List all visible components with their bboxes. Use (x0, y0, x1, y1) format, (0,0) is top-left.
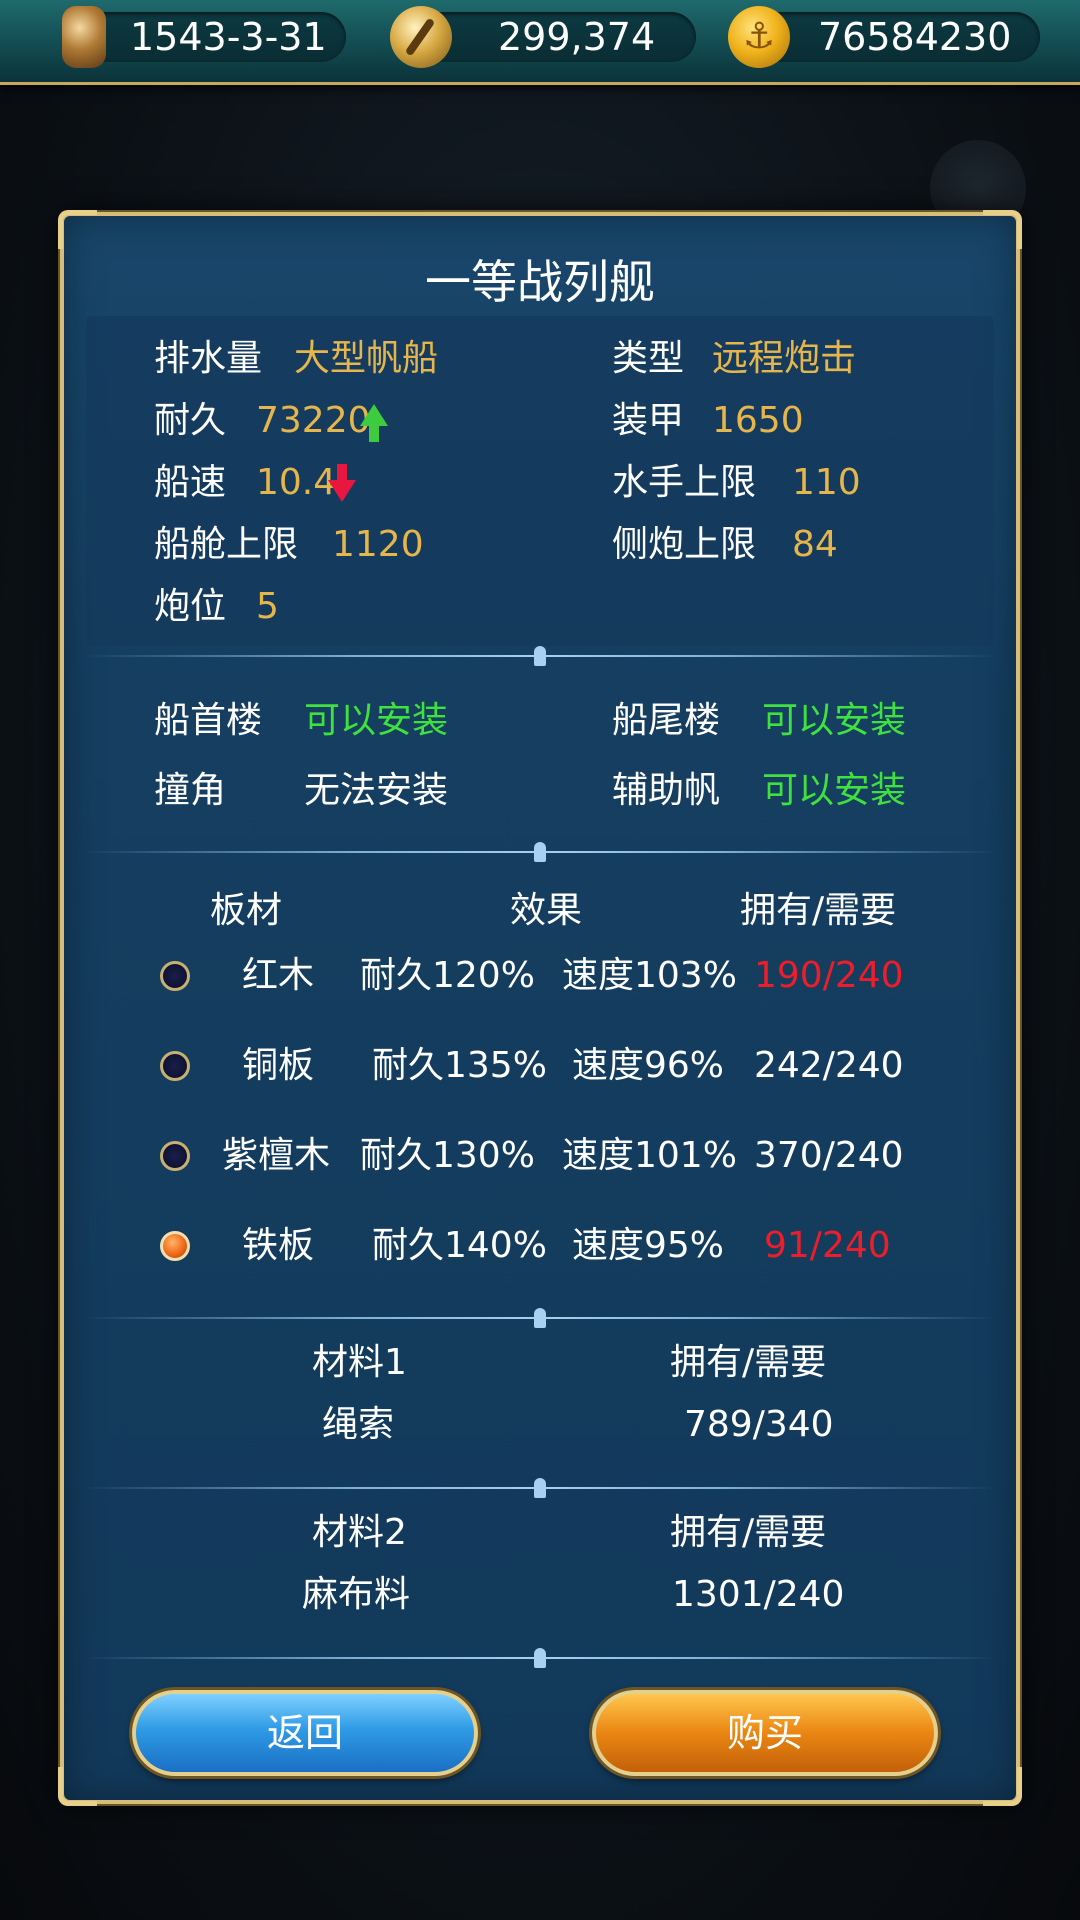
material2-name: 麻布料 (302, 1574, 411, 1615)
frame-corner (58, 1767, 97, 1806)
frame-corner (983, 1767, 1022, 1806)
reputation-value: 299,374 (498, 15, 656, 59)
material2-count: 1301/240 (672, 1574, 845, 1615)
buy-button-label: 购买 (726, 1711, 803, 1755)
plank-speed: 速度95% (572, 1225, 725, 1266)
section-divider (84, 1308, 996, 1328)
resource-bar: 1543-3-31 299,374 76584230 (0, 0, 1080, 85)
plank-speed: 速度103% (562, 955, 737, 996)
plank-count: 242/240 (754, 1045, 904, 1086)
ram-status: 无法安装 (304, 770, 449, 811)
plank-header-effect: 效果 (510, 890, 583, 931)
speed-value: 10.4 (256, 462, 337, 503)
crew-value: 110 (792, 462, 861, 503)
cabin-value: 1120 (332, 524, 424, 565)
durability-label: 耐久 (154, 400, 227, 441)
ship-title: 一等战列舰 (425, 255, 655, 309)
plank-durability: 耐久130% (360, 1135, 535, 1176)
ship-detail-panel: 一等战列舰 排水量 大型帆船 耐久 73220 船速 10.4 船舱上限 112… (58, 210, 1022, 1806)
reputation-display: 299,374 (390, 6, 696, 68)
plank-header-material: 板材 (210, 890, 283, 931)
aux-sail-status: 可以安装 (762, 770, 907, 811)
material2-owned-header: 拥有/需要 (670, 1512, 827, 1553)
gun-slots-value: 5 (256, 586, 279, 627)
plank-radio[interactable] (160, 961, 190, 991)
section-divider (84, 842, 996, 862)
plank-durability: 耐久135% (372, 1045, 547, 1086)
bow-status: 可以安装 (304, 700, 449, 741)
plank-name: 铜板 (242, 1045, 315, 1086)
plank-durability: 耐久120% (360, 955, 535, 996)
section-divider (84, 646, 996, 666)
plank-name: 红木 (242, 955, 315, 996)
plank-header-owned: 拥有/需要 (740, 890, 897, 931)
material1-count: 789/340 (684, 1404, 834, 1445)
compass-icon (390, 6, 452, 68)
armor-value: 1650 (712, 400, 804, 441)
date-display: 1543-3-31 (62, 6, 346, 68)
plank-speed: 速度101% (562, 1135, 737, 1176)
broadside-value: 84 (792, 524, 838, 565)
displacement-value: 大型帆船 (294, 338, 439, 379)
hourglass-icon (62, 6, 106, 68)
plank-radio[interactable] (160, 1141, 190, 1171)
section-divider (84, 1478, 996, 1498)
back-button[interactable]: 返回 (132, 1690, 478, 1776)
plank-speed: 速度96% (572, 1045, 725, 1086)
plank-count: 91/240 (764, 1225, 891, 1266)
crew-label: 水手上限 (612, 462, 757, 503)
bow-label: 船首楼 (154, 700, 263, 741)
displacement-label: 排水量 (154, 338, 263, 379)
armor-label: 装甲 (612, 400, 685, 441)
plank-durability: 耐久140% (372, 1225, 547, 1266)
plank-name: 铁板 (242, 1225, 315, 1266)
frame-corner (58, 210, 97, 249)
back-button-label: 返回 (266, 1711, 343, 1755)
speed-label: 船速 (154, 462, 227, 503)
plank-name: 紫檀木 (222, 1135, 331, 1176)
type-label: 类型 (612, 338, 685, 379)
gold-display: 76584230 (728, 6, 1040, 68)
anchor-coin-icon (728, 6, 790, 68)
broadside-label: 侧炮上限 (612, 524, 757, 565)
type-value: 远程炮击 (712, 338, 857, 379)
durability-value: 73220 (256, 400, 371, 441)
plank-radio-selected[interactable] (160, 1231, 190, 1261)
material1-name: 绳索 (322, 1404, 395, 1445)
gold-value: 76584230 (818, 15, 1012, 59)
cabin-label: 船舱上限 (154, 524, 299, 565)
plank-radio[interactable] (160, 1051, 190, 1081)
plank-count: 370/240 (754, 1135, 904, 1176)
section-divider (84, 1648, 996, 1668)
material1-owned-header: 拥有/需要 (670, 1342, 827, 1383)
material1-header: 材料1 (312, 1342, 407, 1383)
frame-corner (983, 210, 1022, 249)
date-value: 1543-3-31 (130, 15, 327, 59)
ram-label: 撞角 (154, 770, 227, 811)
material2-header: 材料2 (312, 1512, 407, 1553)
buy-button[interactable]: 购买 (592, 1690, 938, 1776)
stern-status: 可以安装 (762, 700, 907, 741)
plank-count: 190/240 (754, 955, 904, 996)
aux-sail-label: 辅助帆 (612, 770, 721, 811)
stern-label: 船尾楼 (612, 700, 721, 741)
gun-slots-label: 炮位 (154, 586, 227, 627)
